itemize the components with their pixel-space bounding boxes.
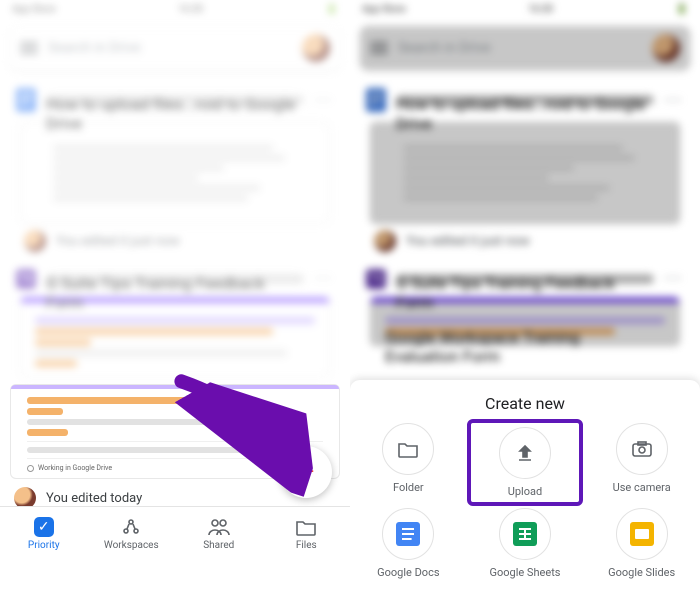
option-google-slides[interactable]: Google Slides [588, 508, 696, 579]
nav-label: Shared [203, 540, 234, 551]
working-note: Working in Google Drive [27, 464, 323, 472]
file-title: How to upload files...roid to Google Dri… [46, 95, 304, 105]
edit-today-text: You edited today [46, 491, 142, 506]
more-icon[interactable]: ⋯ [314, 268, 334, 289]
nav-priority[interactable]: ✓ Priority [0, 507, 88, 560]
menu-icon[interactable] [20, 42, 38, 54]
google-form-icon [16, 269, 36, 289]
option-google-docs[interactable]: Google Docs [354, 508, 462, 579]
file-header-form[interactable]: G Suite Tips Training Feedback Form ⋯ [10, 262, 340, 295]
nav-files[interactable]: Files [263, 507, 351, 560]
option-label: Google Sheets [489, 566, 560, 579]
status-time: 16:30 [178, 4, 203, 16]
files-icon [295, 516, 317, 538]
shared-icon [208, 516, 230, 538]
folder-icon [382, 423, 434, 475]
edit-text: You edited it just now [56, 234, 180, 249]
option-google-sheets[interactable]: Google Sheets [471, 508, 579, 579]
option-folder[interactable]: Folder [354, 423, 462, 502]
avatar [24, 230, 46, 252]
option-label: Upload [508, 485, 542, 498]
status-right: 🔋 [326, 4, 338, 16]
camera-icon [616, 423, 668, 475]
workspaces-icon [120, 516, 142, 538]
status-bar: App Store 16:30 🔋 [0, 0, 350, 20]
more-icon[interactable]: ⋯ [314, 90, 334, 111]
file-title: G Suite Tips Training Feedback Form [46, 274, 304, 284]
google-doc-icon [16, 88, 36, 112]
search-bar[interactable]: Search in Drive [10, 26, 340, 70]
option-label: Use camera [613, 481, 671, 494]
option-label: Folder [393, 481, 424, 494]
create-new-sheet: Create new Folder Upload [350, 380, 700, 614]
google-docs-icon [396, 522, 420, 546]
bottom-nav: ✓ Priority Workspaces Shared [0, 506, 350, 560]
avatar [652, 34, 680, 62]
option-upload[interactable]: Upload [471, 423, 579, 502]
edit-info: You edited it just now [10, 224, 340, 262]
nav-label: Files [296, 540, 317, 551]
file-preview[interactable] [20, 122, 330, 224]
radio-icon [27, 465, 34, 472]
avatar[interactable] [302, 34, 330, 62]
nav-workspaces[interactable]: Workspaces [88, 507, 176, 560]
nav-shared[interactable]: Shared [175, 507, 263, 560]
nav-label: Priority [28, 540, 60, 551]
search-bar: Search in Drive [360, 26, 690, 70]
fab-create[interactable]: + [280, 446, 332, 498]
upload-icon [499, 427, 551, 479]
priority-icon: ✓ [34, 517, 54, 537]
option-label: Google Docs [377, 566, 439, 579]
option-label: Google Slides [608, 566, 675, 579]
google-sheets-icon [513, 522, 537, 546]
option-camera[interactable]: Use camera [588, 423, 696, 502]
search-input[interactable]: Search in Drive [48, 40, 292, 56]
google-slides-icon [630, 522, 654, 546]
file-header-doc[interactable]: How to upload files...roid to Google Dri… [10, 82, 340, 118]
nav-label: Workspaces [104, 540, 159, 551]
status-bar: App Store 16:30 🔋 [350, 0, 700, 20]
sheet-title: Create new [350, 394, 700, 413]
plus-icon: + [298, 457, 315, 487]
status-left: App Store [12, 4, 56, 16]
